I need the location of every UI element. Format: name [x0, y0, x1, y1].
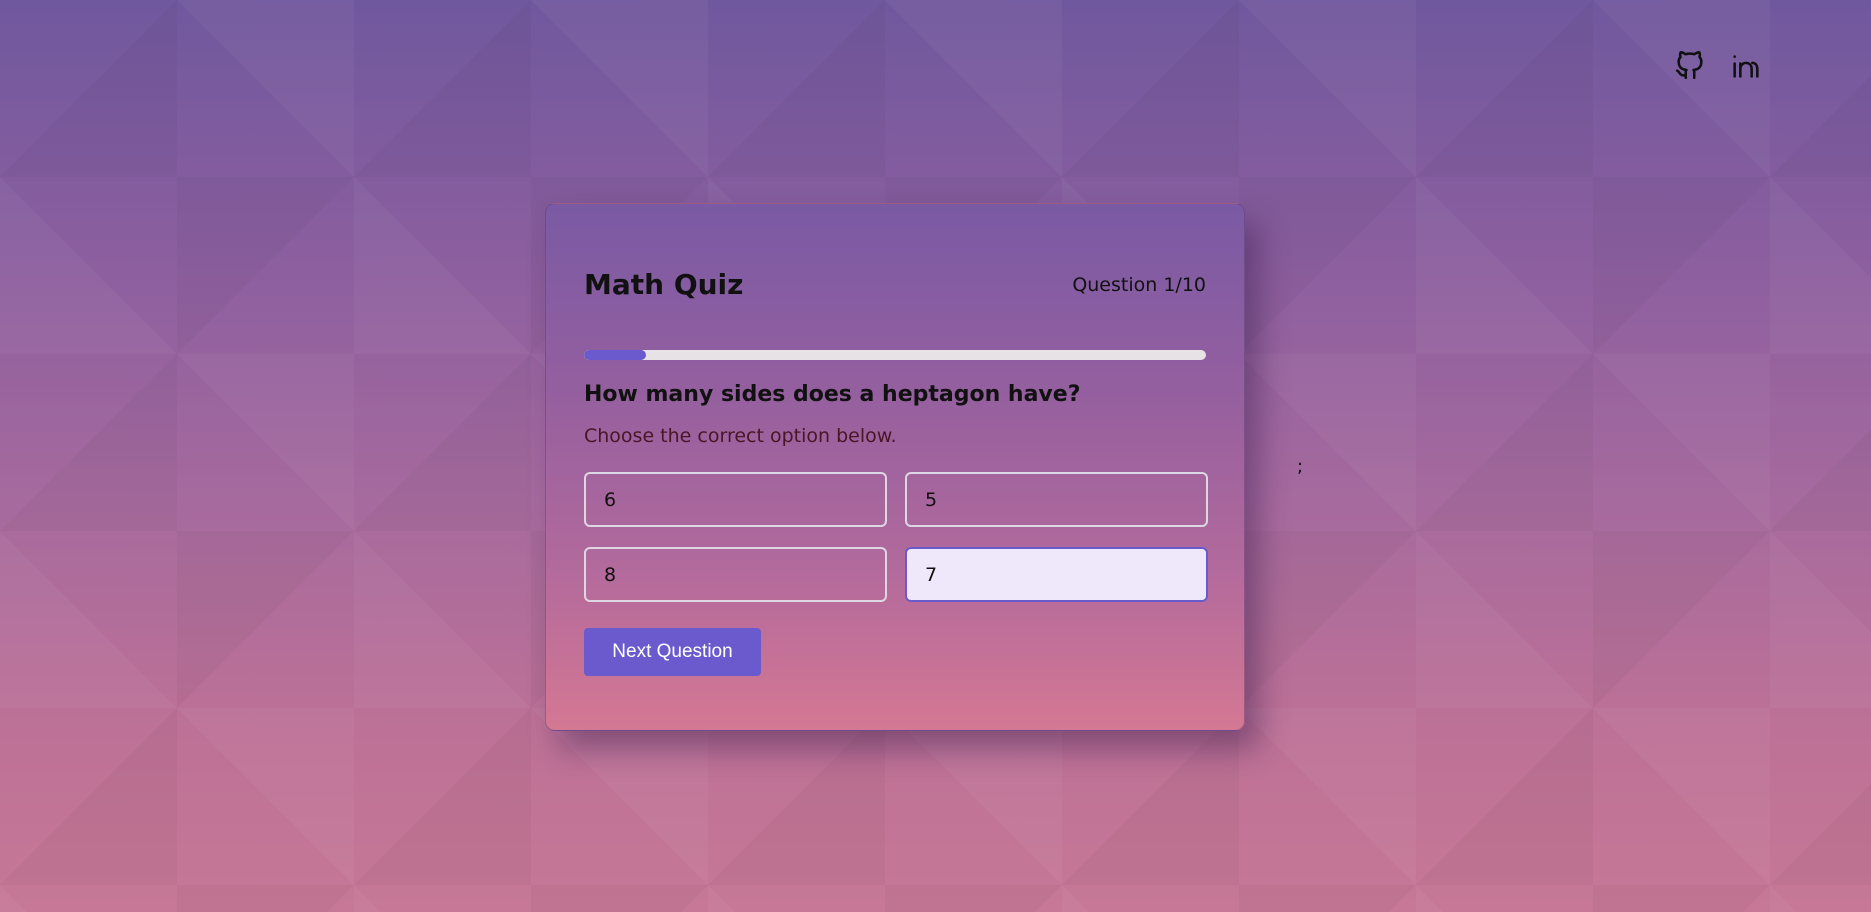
- instruction-text: Choose the correct option below.: [584, 425, 897, 447]
- quiz-title: Math Quiz: [584, 268, 744, 301]
- linkedin-icon[interactable]: [1729, 48, 1763, 82]
- answer-options: 6 5 8 7: [584, 472, 1208, 602]
- stray-text: ;: [1297, 456, 1304, 477]
- answer-option[interactable]: 6: [584, 472, 887, 527]
- progress-bar: [584, 350, 1206, 360]
- github-icon[interactable]: [1673, 48, 1707, 82]
- quiz-header: Math Quiz Question 1/10: [584, 268, 1206, 301]
- quiz-card: Math Quiz Question 1/10 How many sides d…: [545, 203, 1245, 731]
- question-counter: Question 1/10: [1072, 273, 1206, 296]
- answer-option[interactable]: 5: [905, 472, 1208, 527]
- question-text: How many sides does a heptagon have?: [584, 382, 1081, 407]
- answer-option[interactable]: 7: [905, 547, 1208, 602]
- answer-option[interactable]: 8: [584, 547, 887, 602]
- next-question-button[interactable]: Next Question: [584, 628, 761, 676]
- progress-fill: [584, 350, 647, 360]
- social-links: [1673, 48, 1763, 82]
